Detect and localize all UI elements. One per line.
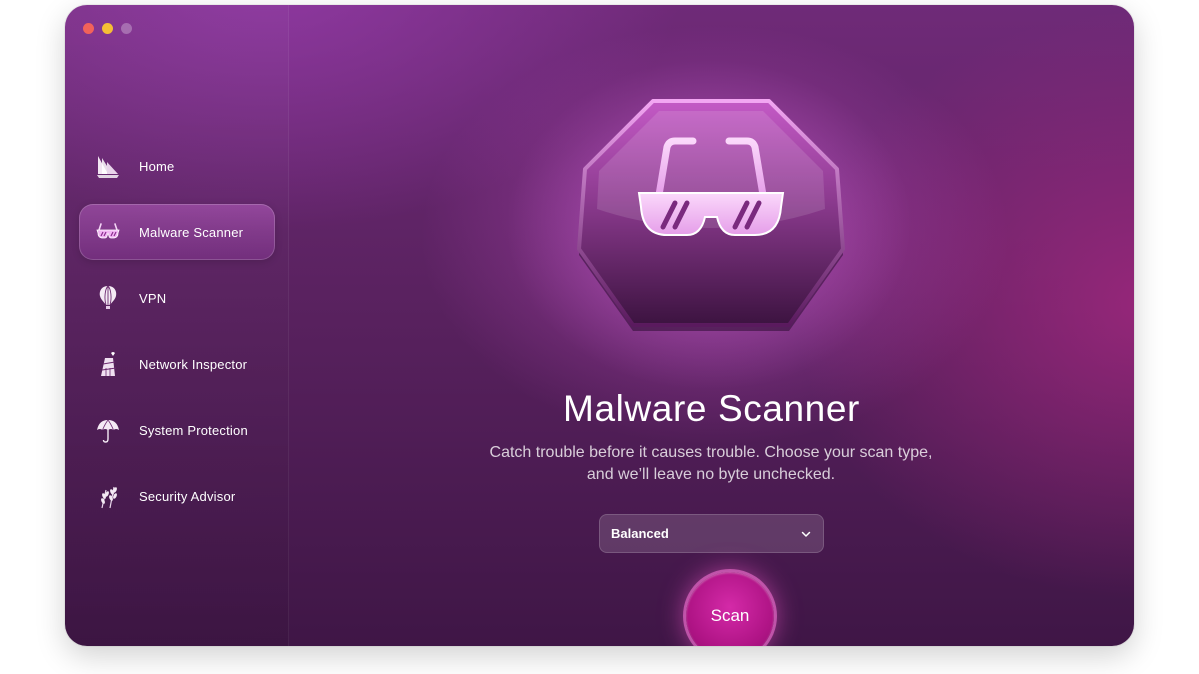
page-subtitle: Catch trouble before it causes trouble. … xyxy=(411,442,1011,486)
sidebar-nav: Home Malware Scanner VPN Network Inspect… xyxy=(79,138,275,534)
sidebar-item-label: Network Inspector xyxy=(139,356,248,372)
sidebar-item-system-protection[interactable]: System Protection xyxy=(79,402,275,458)
sidebar-item-security-advisor[interactable]: Security Advisor xyxy=(79,468,275,524)
sidebar-item-label: Security Advisor xyxy=(139,488,236,504)
sidebar-item-label: Malware Scanner xyxy=(139,224,244,240)
sidebar-item-malware-scanner[interactable]: Malware Scanner xyxy=(79,204,275,260)
sidebar-item-label: System Protection xyxy=(139,422,248,438)
app-window: Home Malware Scanner VPN Network Inspect… xyxy=(65,5,1134,646)
umbrella-icon xyxy=(93,415,123,445)
main-panel: Malware Scanner Catch trouble before it … xyxy=(289,5,1134,646)
scan-type-value: Balanced xyxy=(611,526,669,541)
subtitle-line-1: Catch trouble before it causes trouble. … xyxy=(489,444,933,461)
sidebar-item-label: Home xyxy=(139,158,175,174)
wheat-icon xyxy=(93,481,123,511)
chevron-down-icon xyxy=(801,531,811,537)
scan-type-select[interactable]: Balanced xyxy=(599,514,824,553)
sidebar-item-vpn[interactable]: VPN xyxy=(79,270,275,326)
sunglasses-badge-icon xyxy=(575,97,847,333)
page-title: Malware Scanner xyxy=(563,388,860,429)
sidebar: Home Malware Scanner VPN Network Inspect… xyxy=(65,5,289,646)
sidebar-item-home[interactable]: Home xyxy=(79,138,275,194)
sunglasses-icon xyxy=(93,217,123,247)
home-sails-icon xyxy=(93,151,123,181)
scan-button[interactable]: Scan xyxy=(686,572,774,646)
subtitle-line-2: and we’ll leave no byte unchecked. xyxy=(586,466,836,483)
sidebar-item-network-inspector[interactable]: Network Inspector xyxy=(79,336,275,392)
sidebar-item-label: VPN xyxy=(139,290,167,306)
hot-air-balloon-icon xyxy=(93,283,123,313)
lighthouse-icon xyxy=(93,349,123,379)
